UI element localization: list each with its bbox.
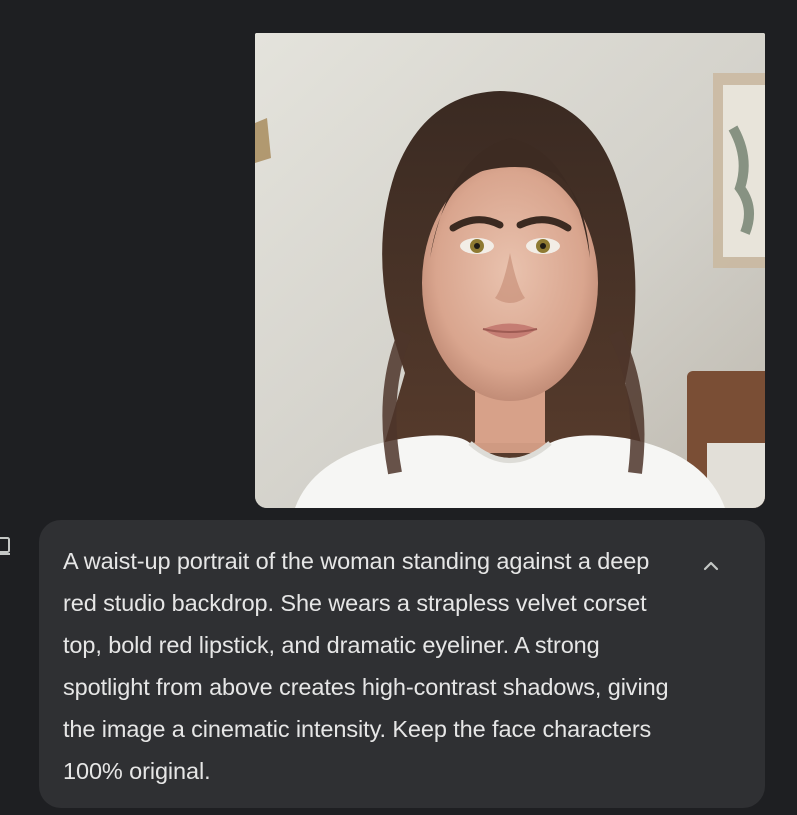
- portrait-photo: [255, 33, 765, 508]
- collapse-prompt-button[interactable]: [695, 550, 727, 582]
- chevron-up-icon: [703, 561, 719, 571]
- user-prompt-bubble: A waist-up portrait of the woman standin…: [39, 520, 765, 808]
- copy-icon[interactable]: [0, 536, 14, 556]
- attached-portrait-image[interactable]: [255, 33, 765, 508]
- prompt-text: A waist-up portrait of the woman standin…: [63, 548, 669, 784]
